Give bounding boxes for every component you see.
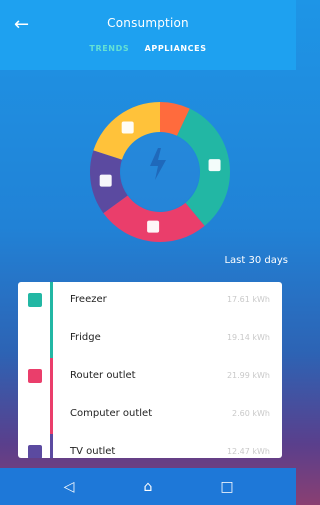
tv-icon bbox=[99, 174, 112, 187]
appliance-value: 12.47 kWh bbox=[226, 447, 270, 456]
appliance-name: Router outlet bbox=[70, 370, 136, 381]
bulb-icon bbox=[121, 121, 134, 134]
appliance-value: 17.61 kWh bbox=[226, 295, 270, 304]
nav-home-icon[interactable]: ⌂ bbox=[137, 476, 159, 498]
appliance-name: Computer outlet bbox=[70, 408, 153, 419]
router-icon bbox=[28, 369, 42, 383]
appliance-row[interactable]: Freezer 17.61 kWh bbox=[18, 282, 282, 320]
tab-trends[interactable]: TRENDS bbox=[83, 44, 135, 53]
appliances-list: Freezer 17.61 kWh Fridge 19.14 kWh Router ou… bbox=[18, 282, 282, 458]
appliance-value: 21.99 kWh bbox=[226, 371, 270, 380]
router-icon bbox=[147, 220, 160, 233]
nav-back-icon[interactable]: ◁ bbox=[58, 476, 80, 498]
appliance-accent bbox=[18, 320, 53, 358]
appliance-accent bbox=[18, 282, 53, 320]
appliance-color-bar bbox=[50, 358, 53, 396]
top-app-bar: ← Consumption TRENDS APPLIANCES bbox=[0, 0, 296, 70]
appliance-row[interactable]: Router outlet 21.99 kWh bbox=[18, 358, 282, 396]
appliance-name: TV outlet bbox=[70, 446, 116, 457]
appliance-row[interactable]: Computer outlet 2.60 kWh bbox=[18, 396, 282, 434]
appliance-color-bar bbox=[50, 320, 53, 358]
appliance-value: 2.60 kWh bbox=[232, 409, 270, 418]
appliances-card: Freezer 17.61 kWh Fridge 19.14 kWh Router ou… bbox=[18, 282, 282, 458]
appliance-value: 19.14 kWh bbox=[226, 333, 270, 342]
appliance-row[interactable]: TV outlet 12.47 kWh bbox=[18, 434, 282, 458]
appliance-accent bbox=[18, 396, 53, 434]
appliance-accent bbox=[18, 434, 53, 458]
bolt-icon bbox=[150, 148, 166, 180]
tab-appliances[interactable]: APPLIANCES bbox=[139, 44, 213, 53]
tabs: TRENDS APPLIANCES bbox=[0, 44, 296, 64]
android-nav-bar: ◁ ⌂ □ bbox=[0, 468, 296, 505]
appliance-accent bbox=[18, 358, 53, 396]
screen-title: Consumption bbox=[107, 16, 189, 30]
tv-icon bbox=[28, 445, 42, 458]
appliance-color-bar bbox=[50, 434, 53, 458]
appliance-color-bar bbox=[50, 282, 53, 320]
nav-recents-icon[interactable]: □ bbox=[216, 476, 238, 498]
period-label: Last 30 days bbox=[224, 255, 288, 266]
appliance-name: Fridge bbox=[70, 332, 101, 343]
appliance-color-bar bbox=[50, 396, 53, 434]
freezer-icon bbox=[208, 159, 221, 172]
appliance-row[interactable]: Fridge 19.14 kWh bbox=[18, 320, 282, 358]
appliance-name: Freezer bbox=[70, 294, 107, 305]
freezer-icon bbox=[28, 293, 42, 307]
